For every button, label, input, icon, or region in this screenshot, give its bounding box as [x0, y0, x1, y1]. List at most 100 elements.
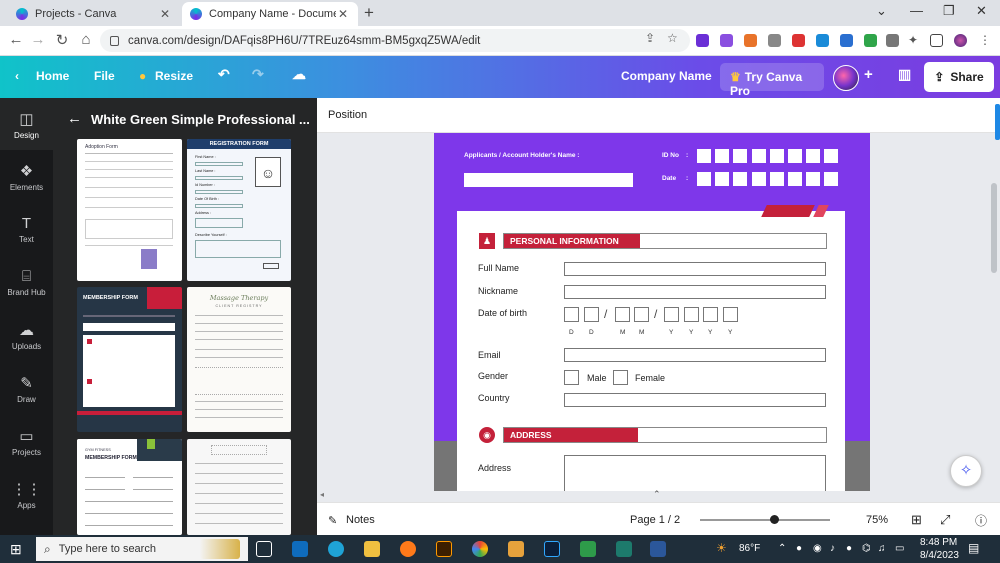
- browser-menu-icon[interactable]: ⋮: [979, 34, 992, 47]
- tab-document[interactable]: Company Name - Document (A4) ✕: [182, 2, 358, 26]
- cloud-save-icon[interactable]: ☁: [292, 66, 306, 83]
- page-indicator[interactable]: Page 1 / 2: [630, 514, 680, 526]
- insights-chart-icon[interactable]: ▥: [898, 66, 911, 83]
- tab-projects[interactable]: Projects - Canva ✕: [8, 2, 180, 26]
- extension-icon[interactable]: [720, 34, 733, 47]
- undo-icon[interactable]: ↶: [218, 66, 230, 83]
- date-box[interactable]: [806, 172, 821, 186]
- date-of-birth-box[interactable]: [634, 307, 649, 322]
- email-field[interactable]: [564, 348, 826, 362]
- side-panel-icon[interactable]: [930, 34, 943, 47]
- nickname-field[interactable]: [564, 285, 826, 299]
- rail-item-draw[interactable]: ✎ Draw: [0, 374, 53, 404]
- notifications-icon[interactable]: ▤: [968, 541, 979, 555]
- redo-icon[interactable]: ↷: [252, 66, 264, 83]
- forward-icon[interactable]: →: [28, 31, 48, 48]
- avatar[interactable]: [833, 65, 859, 91]
- download-app-icon[interactable]: [616, 541, 632, 557]
- id-no-box[interactable]: [697, 149, 711, 163]
- date-box[interactable]: [751, 172, 766, 186]
- help-icon[interactable]: ⓘ: [975, 512, 987, 529]
- rail-item-text[interactable]: T Text: [0, 215, 53, 244]
- share-page-icon[interactable]: ⇪: [645, 31, 655, 45]
- home-chevron-icon[interactable]: ‹: [15, 69, 19, 83]
- tray-app-icon[interactable]: ●: [846, 543, 852, 554]
- word-icon[interactable]: [650, 541, 666, 557]
- id-no-box[interactable]: [751, 149, 766, 163]
- template-thumbnail-massage-therapy[interactable]: Massage Therapy CLIENT REGISTRY: [187, 287, 291, 432]
- magic-assistant-button[interactable]: ✧: [950, 455, 982, 487]
- clock-time[interactable]: 8:48 PM: [920, 537, 957, 548]
- position-button[interactable]: Position: [328, 109, 367, 121]
- tray-app-icon[interactable]: ◉: [813, 543, 822, 554]
- date-of-birth-box[interactable]: [723, 307, 738, 322]
- extension-icon[interactable]: [792, 34, 805, 47]
- date-box[interactable]: [715, 172, 730, 186]
- add-collaborator-icon[interactable]: +: [864, 66, 873, 83]
- gender-male-checkbox[interactable]: [564, 370, 579, 385]
- full-name-field[interactable]: [564, 262, 826, 276]
- template-thumbnail-lined-form[interactable]: [187, 439, 291, 535]
- show-pages-chevron-icon[interactable]: ⌃: [653, 489, 661, 500]
- extension-icon[interactable]: [768, 34, 781, 47]
- bookmark-star-icon[interactable]: ☆: [667, 31, 678, 45]
- share-button[interactable]: ⇪ Share: [924, 62, 994, 92]
- maximize-icon[interactable]: ❐: [943, 3, 955, 19]
- date-box[interactable]: [769, 172, 784, 186]
- home-icon[interactable]: ⌂: [76, 31, 96, 48]
- date-of-birth-box[interactable]: [684, 307, 699, 322]
- zoom-level[interactable]: 75%: [866, 514, 888, 526]
- date-of-birth-box[interactable]: [584, 307, 599, 322]
- home-button[interactable]: Home: [36, 69, 69, 83]
- id-no-box[interactable]: [715, 149, 730, 163]
- outlook-icon[interactable]: [292, 541, 308, 557]
- date-of-birth-box[interactable]: [615, 307, 630, 322]
- template-thumbnail-gym-fitness[interactable]: GYM FITNESS MEMBERSHIP FORM: [77, 439, 182, 535]
- rail-item-elements[interactable]: ❖ Elements: [0, 162, 53, 192]
- zoom-slider-track[interactable]: [700, 519, 830, 521]
- tray-chevron-icon[interactable]: ⌃: [778, 543, 786, 554]
- network-icon[interactable]: ⌬: [862, 543, 871, 554]
- horizontal-scrollbar[interactable]: ◂ ⌃: [317, 489, 1000, 502]
- rail-item-brand-hub[interactable]: ⌸ Brand Hub: [0, 268, 53, 297]
- extension-icon[interactable]: [864, 34, 877, 47]
- id-no-box[interactable]: [733, 149, 748, 163]
- id-no-box[interactable]: [824, 149, 839, 163]
- minimize-icon[interactable]: —: [910, 3, 923, 18]
- vertical-scroll-thumb[interactable]: [991, 183, 997, 273]
- extension-icon[interactable]: [744, 34, 757, 47]
- grid-view-icon[interactable]: ⊞: [911, 512, 922, 528]
- reload-icon[interactable]: ↻: [52, 31, 72, 49]
- date-box[interactable]: [733, 172, 748, 186]
- date-box[interactable]: [788, 172, 802, 186]
- resize-button[interactable]: Resize: [155, 69, 193, 83]
- date-of-birth-box[interactable]: [703, 307, 718, 322]
- id-no-box[interactable]: [806, 149, 821, 163]
- id-no-box[interactable]: [769, 149, 784, 163]
- tray-app-icon[interactable]: ●: [796, 543, 802, 554]
- extension-icon[interactable]: [696, 34, 709, 47]
- country-field[interactable]: [564, 393, 826, 407]
- window-close-icon[interactable]: ✕: [976, 3, 987, 19]
- vertical-scrollbar[interactable]: [988, 133, 1000, 491]
- notes-button[interactable]: Notes: [346, 514, 375, 526]
- battery-icon[interactable]: ▭: [895, 543, 904, 554]
- try-canva-pro-button[interactable]: ♛ Try Canva Pro: [720, 63, 824, 98]
- fullscreen-icon[interactable]: ⤢: [940, 512, 950, 528]
- close-tab-icon[interactable]: ✕: [158, 7, 172, 21]
- rail-item-apps[interactable]: ⋮⋮ Apps: [0, 480, 53, 510]
- document-title[interactable]: Company Name: [621, 69, 712, 83]
- chrome-icon[interactable]: [472, 541, 488, 557]
- extension-icon[interactable]: [816, 34, 829, 47]
- document-page[interactable]: Applicants / Account Holder's Name : ID …: [434, 133, 870, 502]
- firefox-icon[interactable]: [400, 541, 416, 557]
- extensions-puzzle-icon[interactable]: ✦: [908, 34, 921, 47]
- zoom-slider-handle[interactable]: [770, 515, 779, 524]
- id-no-box[interactable]: [788, 149, 802, 163]
- rail-item-uploads[interactable]: ☁ Uploads: [0, 321, 53, 351]
- edge-icon[interactable]: [328, 541, 344, 557]
- date-of-birth-box[interactable]: [664, 307, 679, 322]
- photoshop-icon[interactable]: [544, 541, 560, 557]
- weather-temperature[interactable]: 86°F: [739, 543, 760, 554]
- profile-avatar-icon[interactable]: [954, 34, 967, 47]
